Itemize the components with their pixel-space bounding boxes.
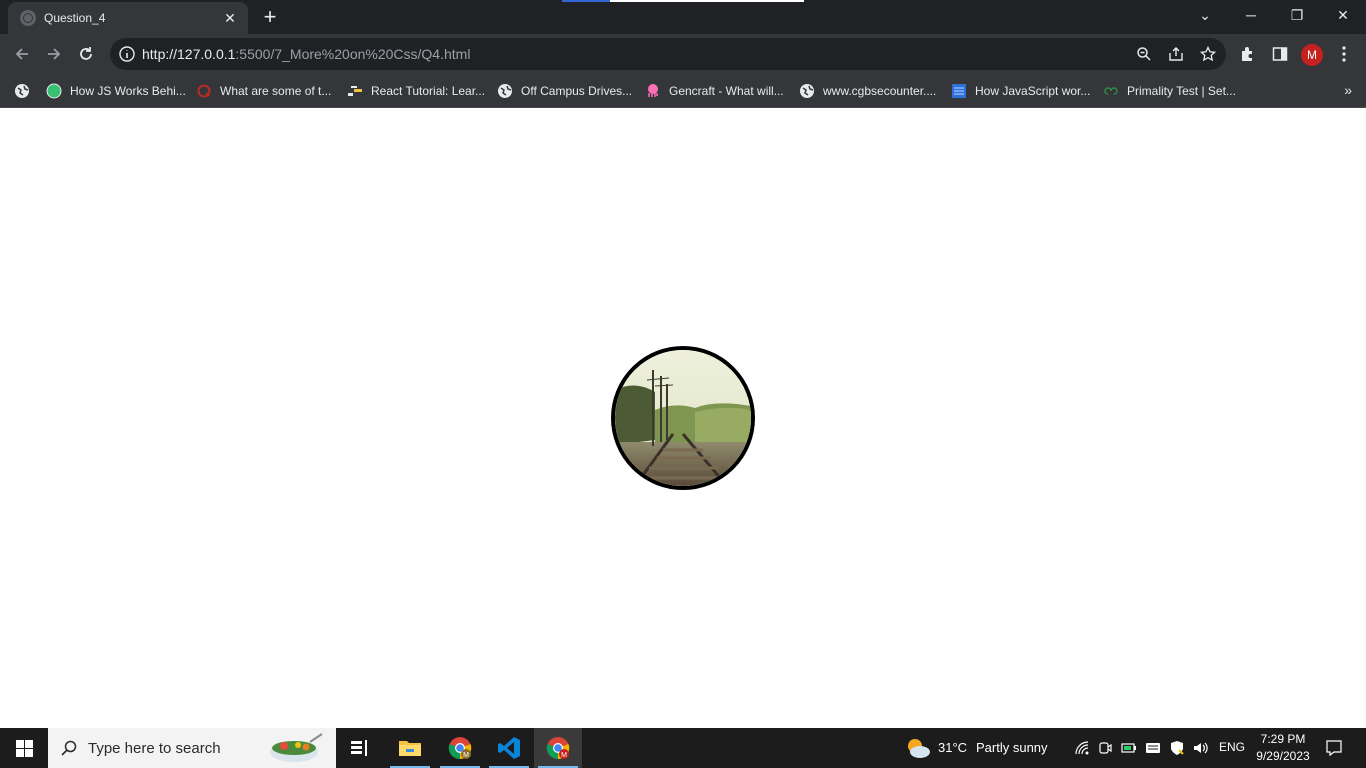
search-highlight-bowl-icon bbox=[270, 733, 323, 762]
bookmark-item-1[interactable]: How JS Works Behi... bbox=[46, 82, 186, 100]
windows-logo-icon bbox=[15, 739, 33, 757]
globe-icon bbox=[799, 83, 815, 99]
wifi-icon[interactable] bbox=[1074, 740, 1090, 756]
extensions-icon[interactable] bbox=[1238, 44, 1258, 64]
tab-question-4[interactable]: Question_4 ✕ bbox=[8, 2, 248, 34]
chrome-profile-button[interactable]: M bbox=[436, 728, 484, 768]
forward-button[interactable] bbox=[40, 40, 68, 68]
tab-close-button[interactable]: ✕ bbox=[220, 8, 240, 28]
bookmark-label: Primality Test | Set... bbox=[1127, 84, 1236, 98]
weather-description[interactable]: Partly sunny bbox=[976, 740, 1048, 755]
reload-icon bbox=[80, 47, 92, 60]
browser-toolbar: http://127.0.0.1:5500/7_More%20on%20Css/… bbox=[0, 34, 1366, 74]
bookmark-item-6[interactable]: www.cgbsecounter.... bbox=[799, 82, 936, 100]
zoom-icon[interactable] bbox=[1134, 44, 1154, 64]
svg-text:M: M bbox=[463, 752, 469, 759]
bookmark-item-7[interactable]: How JavaScript wor... bbox=[951, 82, 1090, 100]
input-language[interactable]: ENG bbox=[1219, 740, 1245, 754]
bookmark-label: What are some of t... bbox=[220, 84, 332, 98]
green-circle-icon bbox=[46, 83, 62, 99]
folder-icon bbox=[399, 741, 421, 756]
bookmarks-bar: How JS Works Behi... What are some of t.… bbox=[0, 74, 1366, 108]
notifications-icon[interactable] bbox=[1325, 739, 1343, 757]
bookmark-label: Off Campus Drives... bbox=[521, 84, 633, 98]
railway-track-picture bbox=[615, 350, 751, 486]
back-arrow-icon bbox=[15, 48, 28, 60]
chrome-icon: M bbox=[546, 737, 570, 760]
page-favicon-icon bbox=[20, 10, 36, 26]
quora-icon bbox=[196, 83, 212, 99]
search-icon bbox=[61, 740, 77, 756]
weather-icon[interactable] bbox=[904, 735, 932, 761]
bookmark-label: React Tutorial: Lear... bbox=[371, 84, 486, 98]
reload-button[interactable] bbox=[72, 40, 100, 68]
chrome-active-button[interactable]: M bbox=[534, 728, 582, 768]
clock[interactable]: 7:29 PM 9/29/2023 bbox=[1248, 731, 1318, 765]
keyboard-icon[interactable] bbox=[1145, 740, 1161, 756]
defender-icon[interactable] bbox=[1169, 740, 1185, 756]
share-icon[interactable] bbox=[1166, 44, 1186, 64]
bookmark-item-8[interactable]: Primality Test | Set... bbox=[1103, 82, 1236, 100]
start-button[interactable] bbox=[0, 728, 48, 768]
clock-date: 9/29/2023 bbox=[1256, 749, 1310, 763]
menu-kebab-icon[interactable] bbox=[1334, 44, 1354, 64]
meet-now-icon[interactable] bbox=[1097, 740, 1113, 756]
bookmarks-overflow-button[interactable]: » bbox=[1344, 82, 1352, 98]
bookmark-item-5[interactable]: Gencraft - What will... bbox=[645, 82, 784, 100]
bars-icon bbox=[347, 83, 363, 99]
task-view-icon bbox=[351, 740, 367, 756]
page-viewport bbox=[0, 108, 1366, 728]
bookmark-label: Gencraft - What will... bbox=[669, 84, 784, 98]
clock-time: 7:29 PM bbox=[1260, 732, 1306, 746]
side-panel-icon[interactable] bbox=[1270, 44, 1290, 64]
close-window-button[interactable]: ✕ bbox=[1320, 0, 1366, 30]
new-tab-button[interactable]: + bbox=[258, 6, 282, 30]
bookmark-item-2[interactable]: What are some of t... bbox=[196, 82, 331, 100]
battery-icon[interactable] bbox=[1121, 740, 1137, 756]
doc-icon bbox=[951, 83, 967, 99]
tab-title: Question_4 bbox=[44, 11, 106, 25]
task-view-button[interactable] bbox=[336, 728, 384, 768]
globe-icon bbox=[497, 83, 513, 99]
globe-icon bbox=[15, 84, 29, 98]
bookmark-item-3[interactable]: React Tutorial: Lear... bbox=[347, 82, 485, 100]
octopus-icon bbox=[645, 83, 661, 99]
back-button[interactable] bbox=[8, 40, 36, 68]
vscode-icon bbox=[498, 737, 520, 759]
bookmark-item-4[interactable]: Off Campus Drives... bbox=[497, 82, 632, 100]
bookmark-label: How JavaScript wor... bbox=[975, 84, 1091, 98]
tab-search-button[interactable]: ⌄ bbox=[1182, 0, 1228, 30]
forward-arrow-icon bbox=[48, 48, 61, 60]
vscode-button[interactable] bbox=[485, 728, 533, 768]
file-explorer-button[interactable] bbox=[386, 728, 434, 768]
profile-avatar[interactable]: M bbox=[1301, 44, 1323, 66]
bookmark-label: How JS Works Behi... bbox=[70, 84, 186, 98]
svg-text:M: M bbox=[561, 752, 567, 759]
chrome-icon: M bbox=[448, 737, 472, 760]
windows-taskbar: Type here to search M M 31°C Partly sunn… bbox=[0, 728, 1366, 768]
gfg-icon bbox=[1103, 83, 1119, 99]
bookmark-star-icon[interactable] bbox=[1198, 44, 1218, 64]
weather-temperature[interactable]: 31°C bbox=[938, 740, 967, 755]
bookmark-apps[interactable] bbox=[14, 82, 38, 100]
url-path: :5500/7_More%20on%20Css/Q4.html bbox=[235, 46, 471, 62]
search-placeholder: Type here to search bbox=[88, 739, 221, 757]
tab-strip: Question_4 ✕ + ⌄ ─ ❐ ✕ bbox=[0, 0, 1366, 34]
restore-button[interactable]: ❐ bbox=[1274, 0, 1320, 30]
url-host: http://127.0.0.1 bbox=[142, 46, 236, 62]
url-text[interactable]: http://127.0.0.1:5500/7_More%20on%20Css/… bbox=[142, 46, 470, 62]
circular-railway-image bbox=[611, 346, 755, 490]
address-bar[interactable]: http://127.0.0.1:5500/7_More%20on%20Css/… bbox=[110, 38, 1226, 70]
site-info-icon[interactable] bbox=[118, 45, 136, 63]
bookmark-label: www.cgbsecounter.... bbox=[823, 84, 937, 98]
volume-icon[interactable] bbox=[1192, 740, 1208, 756]
loading-indicator bbox=[562, 0, 804, 2]
taskbar-search-box[interactable]: Type here to search bbox=[48, 728, 336, 768]
minimize-button[interactable]: ─ bbox=[1228, 0, 1274, 30]
